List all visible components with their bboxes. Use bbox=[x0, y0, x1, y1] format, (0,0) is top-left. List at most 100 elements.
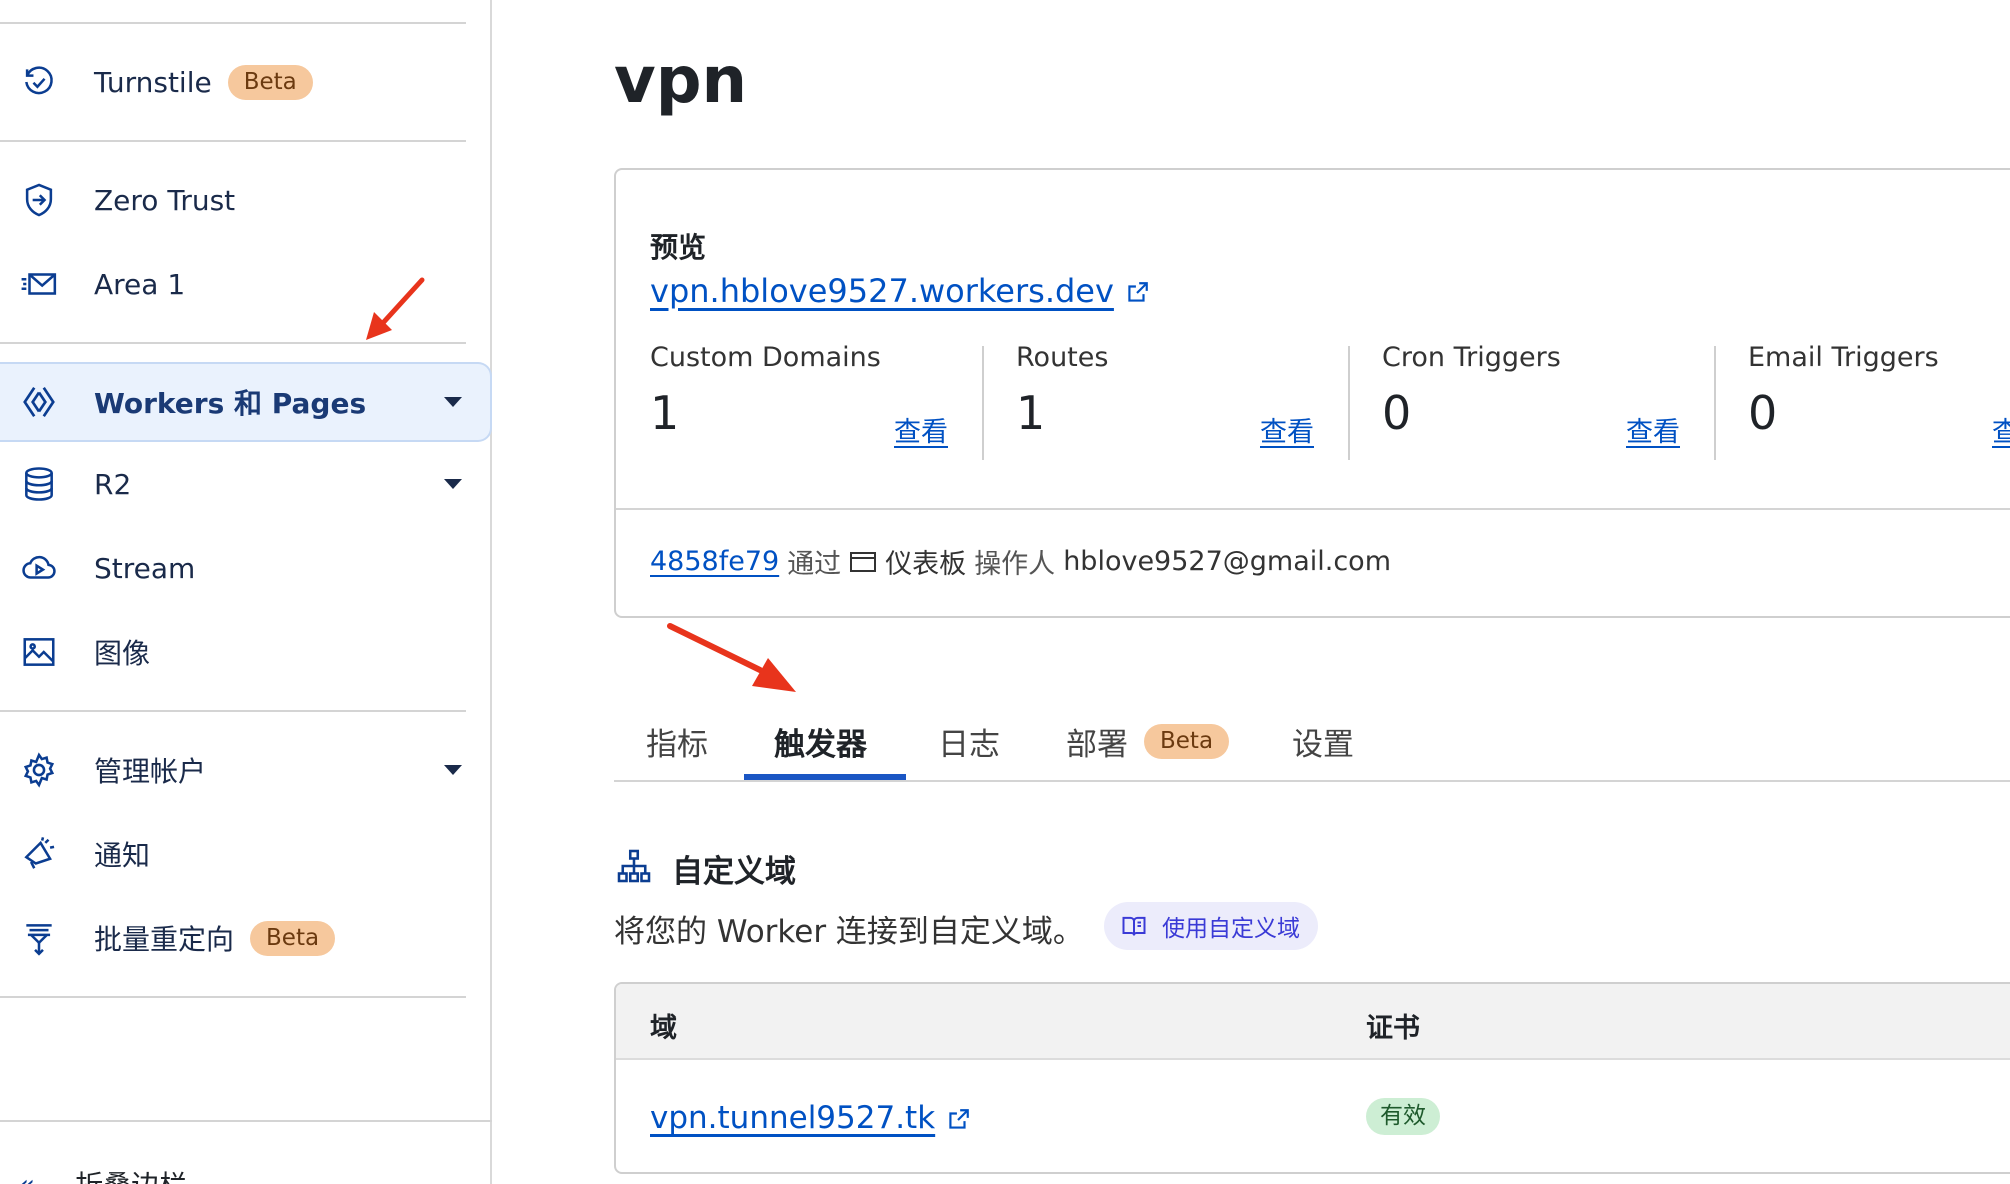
annotation-arrow bbox=[667, 623, 796, 692]
collapse-sidebar-label: 折叠边栏 bbox=[75, 1164, 187, 1184]
table-header: 域 证书 bbox=[616, 984, 2010, 1060]
gear-icon bbox=[20, 751, 58, 789]
beta-badge: Beta bbox=[250, 920, 336, 956]
double-chevron-left-icon: « bbox=[18, 1167, 36, 1184]
stat-label: Custom Domains bbox=[650, 342, 881, 373]
stat-label: Routes bbox=[1016, 342, 1109, 373]
deployment-info: 4858fe79 通过 仪表板 操作人 hblove9527@gmail.com bbox=[650, 542, 1391, 581]
page-title: vpn bbox=[614, 44, 748, 118]
tab-logs[interactable]: 日志 bbox=[938, 700, 1000, 782]
preview-heading: 预览 bbox=[650, 231, 707, 264]
sidebar-divider bbox=[0, 140, 466, 142]
deployment-operator-email: hblove9527@gmail.com bbox=[1063, 546, 1391, 577]
view-custom-domains-link[interactable]: 查看 bbox=[894, 410, 948, 449]
stat-value: 0 bbox=[1748, 386, 1778, 440]
tab-label: 部署 bbox=[1066, 726, 1128, 763]
dashboard-window-icon bbox=[850, 551, 877, 572]
turnstile-icon bbox=[20, 63, 58, 101]
deployment-operator-label: 操作人 bbox=[974, 549, 1056, 580]
chevron-down-icon[interactable] bbox=[444, 479, 462, 489]
cloud-play-icon bbox=[20, 549, 58, 587]
stat-routes: Routes 1 查看 bbox=[982, 342, 1348, 458]
custom-domains-table: 域 证书 vpn.tunnel9527.tk 有效 bbox=[614, 982, 2010, 1174]
tab-triggers[interactable]: 触发器 bbox=[774, 700, 867, 782]
sidebar-item-images[interactable]: 图像 bbox=[0, 612, 466, 692]
sidebar-divider bbox=[0, 710, 466, 712]
tab-deployments[interactable]: 部署 Beta bbox=[1066, 700, 1230, 782]
sidebar-item-label: Workers 和 Pages bbox=[94, 387, 367, 420]
sidebar-divider bbox=[0, 996, 466, 998]
sidebar-divider bbox=[0, 342, 466, 344]
stat-email-triggers: Email Triggers 0 查看 bbox=[1714, 342, 2010, 458]
stat-label: Email Triggers bbox=[1748, 342, 1939, 373]
database-icon bbox=[20, 465, 58, 503]
view-email-triggers-link[interactable]: 查看 bbox=[1992, 410, 2010, 449]
active-tab-indicator bbox=[744, 774, 906, 780]
certificate-status-badge: 有效 bbox=[1366, 1098, 1440, 1135]
collapse-sidebar-button[interactable]: « 折叠边栏 bbox=[18, 1164, 187, 1184]
sidebar-item-label: Stream bbox=[94, 551, 196, 585]
chevron-down-icon[interactable] bbox=[444, 397, 462, 407]
external-link-icon bbox=[949, 1108, 970, 1129]
megaphone-icon bbox=[20, 835, 58, 873]
sidebar-item-zero-trust[interactable]: Zero Trust bbox=[0, 160, 466, 240]
sidebar-item-notifications[interactable]: 通知 bbox=[0, 814, 466, 894]
tab-label: 触发器 bbox=[774, 726, 867, 763]
card-divider bbox=[616, 508, 2010, 510]
deployment-source-text: 仪表板 bbox=[885, 549, 967, 580]
sidebar-item-workers-pages[interactable]: Workers 和 Pages bbox=[0, 362, 492, 446]
domain-text: vpn.tunnel9527.tk bbox=[650, 1100, 936, 1136]
stat-value: 0 bbox=[1382, 386, 1412, 440]
tab-label: 指标 bbox=[646, 726, 708, 763]
column-header-certificate: 证书 bbox=[1366, 1013, 1420, 1044]
custom-domains-docs-link[interactable]: 使用自定义域 bbox=[1104, 902, 1318, 950]
sidebar-item-stream[interactable]: Stream bbox=[0, 528, 466, 608]
tab-settings[interactable]: 设置 bbox=[1292, 700, 1354, 782]
column-header-domain: 域 bbox=[650, 1013, 677, 1044]
sidebar-item-area-1[interactable]: Area 1 bbox=[0, 244, 466, 324]
custom-domains-description: 将您的 Worker 连接到自定义域。 bbox=[614, 914, 1084, 950]
stat-value: 1 bbox=[650, 386, 680, 440]
sidebar-divider bbox=[0, 22, 466, 24]
view-routes-link[interactable]: 查看 bbox=[1260, 410, 1314, 449]
sidebar-item-r2[interactable]: R2 bbox=[0, 444, 466, 524]
stat-value: 1 bbox=[1016, 386, 1046, 440]
redirect-icon bbox=[20, 919, 58, 957]
beta-badge: Beta bbox=[1144, 723, 1230, 759]
sidebar: Turnstile Beta Zero Trust Area 1 Workers… bbox=[0, 0, 492, 1184]
custom-domains-title: 自定义域 bbox=[672, 854, 796, 890]
preview-url-text: vpn.hblove9527.workers.dev bbox=[650, 272, 1114, 310]
stat-cron-triggers: Cron Triggers 0 查看 bbox=[1348, 342, 1714, 458]
sitemap-icon bbox=[617, 849, 651, 883]
sidebar-divider bbox=[0, 1120, 492, 1122]
sidebar-item-manage-account[interactable]: 管理帐户 bbox=[0, 730, 466, 810]
image-icon bbox=[20, 633, 58, 671]
worker-tabs: 指标 触发器 日志 部署 Beta 设置 bbox=[614, 700, 2010, 782]
workers-icon bbox=[20, 383, 58, 421]
sidebar-item-bulk-redirects[interactable]: 批量重定向 Beta bbox=[0, 898, 466, 978]
preview-card: 预览 vpn.hblove9527.workers.dev Custom Dom… bbox=[614, 168, 2010, 618]
external-link-icon bbox=[1128, 282, 1148, 302]
sidebar-item-label: R2 bbox=[94, 467, 132, 501]
tab-metrics[interactable]: 指标 bbox=[646, 700, 708, 782]
book-icon bbox=[1122, 916, 1146, 936]
sidebar-item-label: Turnstile bbox=[94, 65, 212, 99]
beta-badge: Beta bbox=[227, 64, 313, 100]
stat-custom-domains: Custom Domains 1 查看 bbox=[616, 342, 982, 458]
mail-icon bbox=[20, 265, 58, 303]
domain-link[interactable]: vpn.tunnel9527.tk bbox=[650, 1100, 971, 1136]
sidebar-item-label: 管理帐户 bbox=[94, 755, 207, 788]
preview-url-link[interactable]: vpn.hblove9527.workers.dev bbox=[650, 272, 1150, 310]
view-cron-triggers-link[interactable]: 查看 bbox=[1626, 410, 1680, 449]
stat-label: Cron Triggers bbox=[1382, 342, 1561, 373]
sidebar-item-turnstile[interactable]: Turnstile Beta bbox=[0, 42, 466, 122]
deployment-via-text: 通过 bbox=[787, 549, 842, 580]
sidebar-item-label: 通知 bbox=[94, 839, 151, 872]
docs-link-label: 使用自定义域 bbox=[1162, 916, 1300, 942]
sidebar-item-label: Zero Trust bbox=[94, 183, 236, 217]
sidebar-item-label: 图像 bbox=[94, 637, 151, 670]
deployment-commit-link[interactable]: 4858fe79 bbox=[650, 546, 779, 577]
zero-trust-icon bbox=[20, 181, 58, 219]
sidebar-item-label: Area 1 bbox=[94, 267, 186, 301]
chevron-down-icon[interactable] bbox=[444, 765, 462, 775]
